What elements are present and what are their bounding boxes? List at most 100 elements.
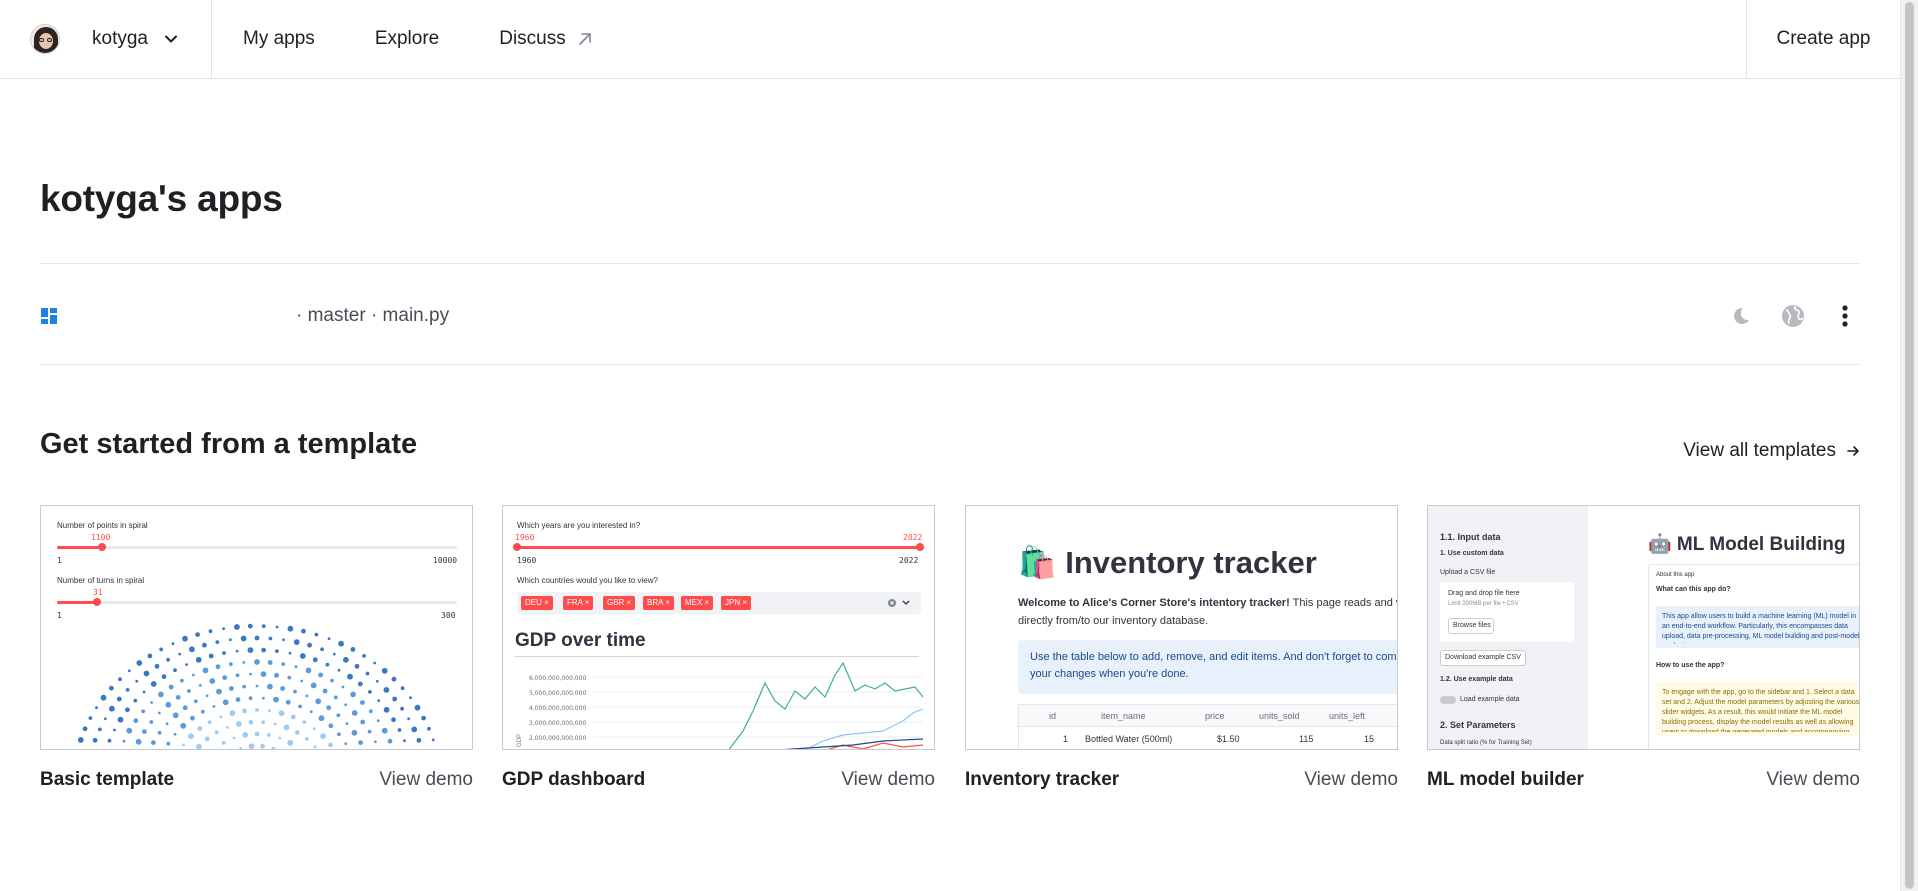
spiral-dot [302, 720, 307, 724]
spiral-dot [320, 647, 324, 652]
templates-heading: Get started from a template [40, 428, 418, 460]
spiral-dot [312, 657, 318, 663]
spiral-dot [358, 740, 363, 745]
spiral-dot [278, 710, 285, 716]
template-thumbnail[interactable]: Which years are you interested in? 1960 … [502, 505, 935, 750]
spiral-dot [173, 732, 177, 736]
spiral-dot [77, 737, 84, 743]
spiral-dot [229, 638, 232, 642]
spiral-dot [127, 669, 131, 673]
view-demo-link[interactable]: View demo [841, 769, 935, 791]
slider-max: 300 [441, 611, 456, 620]
spiral-dot [414, 704, 421, 711]
spiral-dot [391, 717, 396, 723]
chart-title: GDP over time [515, 630, 646, 651]
spiral-dot [333, 695, 338, 700]
slider-fill [57, 601, 97, 604]
view-demo-link[interactable]: View demo [1304, 769, 1398, 791]
spiral-dot [367, 729, 372, 734]
spiral-dot [374, 740, 377, 744]
spiral-dot [304, 737, 309, 741]
scrollbar-thumb[interactable] [1905, 2, 1914, 889]
spiral-dot [215, 640, 220, 644]
spiral-dot [189, 646, 195, 653]
template-thumbnail[interactable]: Number of points in spiral 1100 1 10000 … [40, 505, 473, 750]
spiral-dot [136, 660, 143, 666]
template-card-gdp[interactable]: Which years are you interested in? 1960 … [502, 505, 935, 791]
template-card-basic[interactable]: Number of points in spiral 1100 1 10000 … [40, 505, 473, 791]
spiral-dot [187, 689, 191, 693]
public-app-button[interactable] [1778, 301, 1808, 331]
spiral-dot [202, 667, 209, 674]
spiral-dot [344, 703, 348, 707]
spiral-dot [344, 742, 348, 745]
spiral-dot [328, 723, 334, 729]
chevron-down-icon [164, 35, 177, 43]
spiral-dot [400, 706, 404, 711]
nav-explore[interactable]: Explore [375, 28, 439, 50]
spiral-dot [149, 720, 154, 724]
app-branch-file: · master · main.py [296, 305, 450, 326]
spiral-dot [383, 706, 390, 713]
spiral-dot [409, 696, 412, 700]
template-name: GDP dashboard [502, 769, 646, 790]
spiral-dot [215, 664, 221, 670]
spiral-dot [365, 671, 370, 676]
spiral-dot [150, 701, 153, 704]
spiral-dot [175, 695, 181, 700]
spiral-dot [392, 696, 398, 702]
country-tag: BRA × [643, 596, 674, 610]
spiral-dot [299, 653, 306, 659]
spiral-dot [287, 739, 294, 746]
spiral-dot [200, 709, 205, 714]
nav-my-apps[interactable]: My apps [243, 28, 315, 50]
spiral-dot [207, 720, 212, 724]
slider-knob [93, 598, 101, 606]
spiral-dot [403, 739, 406, 743]
app-row[interactable]: · master · main.py [40, 296, 1860, 336]
spiral-dot [326, 705, 332, 711]
sleep-app-button[interactable] [1726, 301, 1756, 331]
username: kotyga [92, 28, 148, 49]
spiral-dot [135, 738, 142, 745]
dashboard-icon [41, 308, 57, 324]
y-tick-label: 3,000,000,000,000 [529, 720, 586, 727]
spiral-dot [327, 637, 331, 641]
spiral-dot [228, 662, 233, 666]
template-thumbnail[interactable]: 1.1. Input data 1. Use custom data Uploa… [1427, 505, 1860, 750]
spiral-dot [82, 726, 88, 732]
external-link-icon [578, 33, 591, 45]
user-menu[interactable]: kotyga [0, 0, 212, 78]
nav-discuss[interactable]: Discuss [499, 28, 594, 50]
spiral-dot [315, 698, 322, 705]
view-demo-link[interactable]: View demo [1766, 769, 1860, 791]
spiral-dot [273, 722, 277, 726]
view-all-templates-link[interactable]: View all templates [1683, 440, 1860, 462]
spiral-dot [133, 718, 139, 724]
spiral-dot [248, 743, 255, 749]
spiral-dot [195, 656, 202, 663]
slider-min: 1 [57, 556, 62, 565]
template-card-inventory[interactable]: 🛍️ Inventory tracker Welcome to Alice's … [965, 505, 1398, 791]
slider-label: Number of turns in spiral [57, 576, 145, 585]
spiral-dot [260, 671, 267, 677]
spiral-dot [368, 690, 372, 694]
range-from-value: 1960 [515, 533, 535, 542]
info-box: Use the table below to add, remove, and … [1018, 640, 1397, 694]
spiral-dot [235, 649, 239, 653]
slider-label: Which years are you interested in? [517, 521, 641, 530]
view-demo-link[interactable]: View demo [379, 769, 473, 791]
spiral-dot [147, 653, 153, 659]
template-name: Basic template [40, 769, 175, 790]
spiral-dot [104, 717, 107, 721]
slider-label: Number of points in spiral [57, 521, 148, 530]
slider-track [57, 601, 457, 604]
scrollbar[interactable] [1900, 0, 1918, 891]
spiral-dot [168, 684, 174, 690]
more-options-button[interactable] [1830, 301, 1860, 331]
create-app-button[interactable]: Create app [1746, 0, 1900, 78]
template-card-ml[interactable]: 1.1. Input data 1. Use custom data Uploa… [1427, 505, 1860, 791]
spiral-dot [192, 673, 195, 677]
spiral-dot [350, 647, 356, 652]
template-thumbnail[interactable]: 🛍️ Inventory tracker Welcome to Alice's … [965, 505, 1398, 750]
